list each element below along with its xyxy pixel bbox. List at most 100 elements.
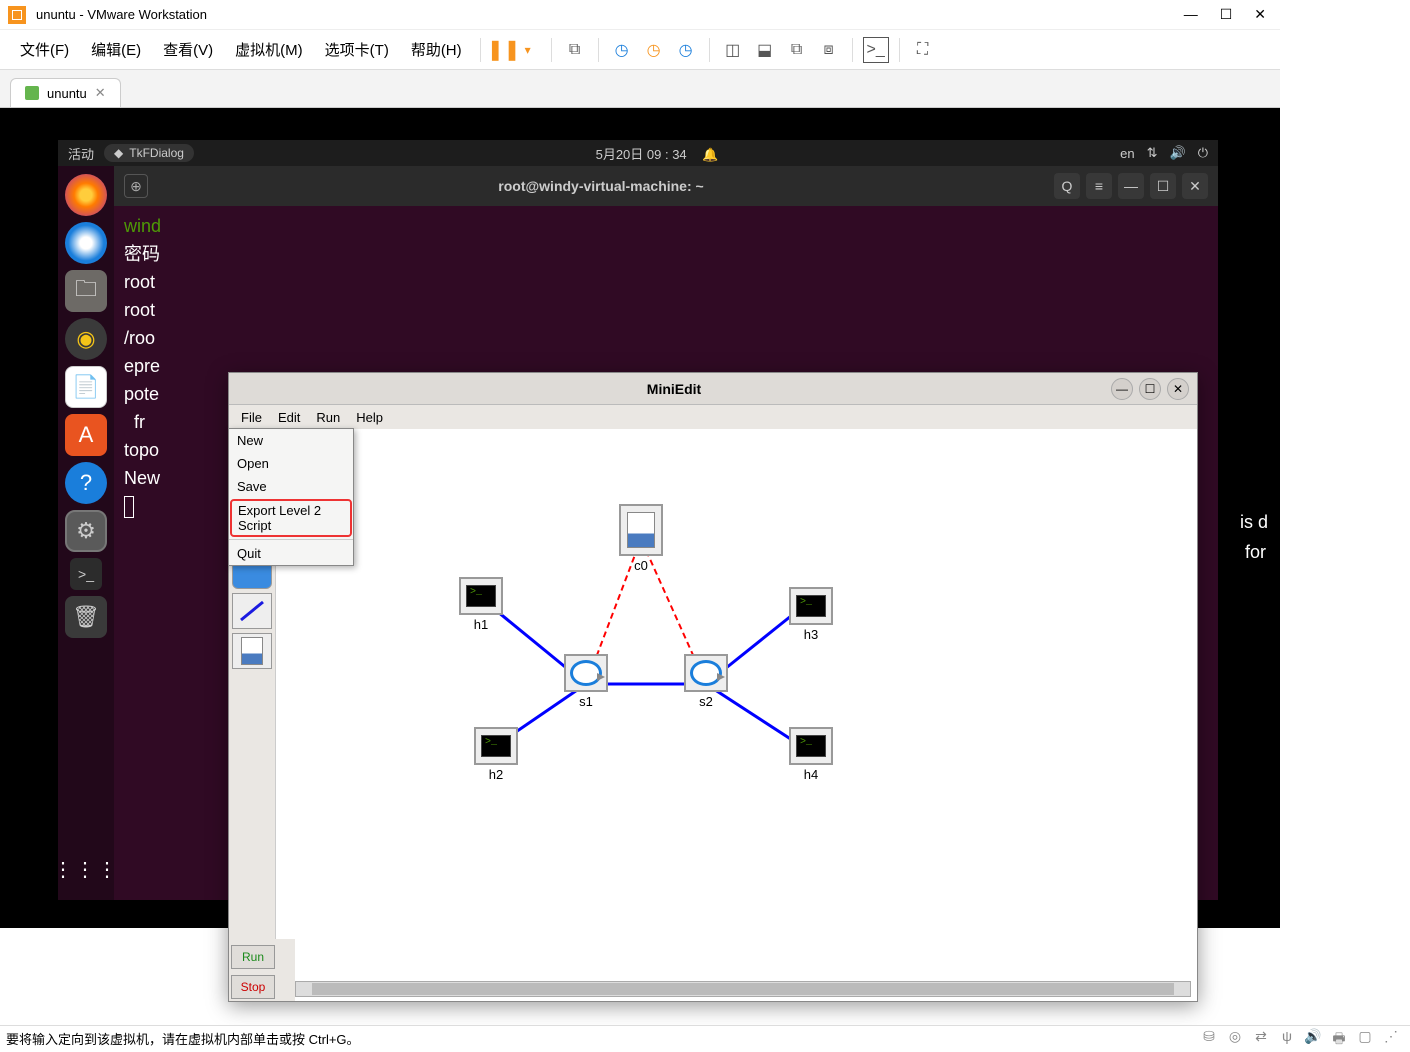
file-menu-open[interactable]: Open xyxy=(229,452,353,475)
dock-rhythmbox-icon[interactable]: ◉ xyxy=(65,318,107,360)
layout1-icon[interactable]: ◫ xyxy=(720,37,746,63)
dock-terminal-icon[interactable]: >_ xyxy=(70,558,102,590)
status-cd-icon[interactable]: ◎ xyxy=(1225,1028,1245,1048)
miniedit-titlebar[interactable]: MiniEdit — ☐ ✕ xyxy=(229,373,1197,405)
file-menu-quit[interactable]: Quit xyxy=(229,542,353,565)
vmware-tab-bar: ununtu ✕ xyxy=(0,70,1280,108)
dock-libreoffice-icon[interactable]: 📄 xyxy=(65,366,107,408)
network-icon[interactable]: ⇅ xyxy=(1147,145,1158,161)
dock-trash-icon[interactable]: 🗑 xyxy=(65,596,107,638)
ubuntu-dock: 🗀 ◉ 📄 A ? ⚙ >_ 🗑 ⋮⋮⋮ xyxy=(58,166,114,900)
volume-icon[interactable]: 🔊 xyxy=(1170,145,1186,161)
menu-file[interactable]: 文件(F) xyxy=(10,35,79,64)
status-disk-icon[interactable]: ⛁ xyxy=(1199,1028,1219,1048)
terminal-titlebar: ⊕ root@windy-virtual-machine: ~ Q ≡ — ☐ … xyxy=(114,166,1218,206)
vmware-logo-icon xyxy=(8,6,26,24)
app-icon: ◆ xyxy=(114,146,123,160)
layout2-icon[interactable]: ⬓ xyxy=(752,37,778,63)
layout3-icon[interactable]: ⧉ xyxy=(784,37,810,63)
menu-tabs[interactable]: 选项卡(T) xyxy=(315,35,399,64)
dock-files-icon[interactable]: 🗀 xyxy=(65,270,107,312)
dock-software-icon[interactable]: A xyxy=(65,414,107,456)
menu-view[interactable]: 查看(V) xyxy=(153,35,223,64)
dock-settings-icon[interactable]: ⚙ xyxy=(65,510,107,552)
status-printer-icon[interactable]: 🖶 xyxy=(1329,1028,1349,1048)
overflow-text: is d for xyxy=(1240,508,1268,568)
node-h3[interactable]: h3 xyxy=(784,587,838,642)
maximize-button[interactable]: ☐ xyxy=(1220,6,1233,23)
vm-running-icon xyxy=(25,86,39,100)
terminal-close-icon[interactable]: ✕ xyxy=(1182,173,1208,199)
miniedit-run-button[interactable]: Run xyxy=(231,945,275,969)
clock3-icon[interactable]: ◷ xyxy=(673,37,699,63)
node-s1[interactable]: s1 xyxy=(559,654,613,709)
node-h2[interactable]: h2 xyxy=(469,727,523,782)
console-icon[interactable]: >_ xyxy=(863,37,889,63)
status-usb-icon[interactable]: ψ xyxy=(1277,1028,1297,1048)
snapshot-icon[interactable]: ⧉ xyxy=(562,37,588,63)
activities-button[interactable]: 活动 xyxy=(68,144,94,163)
miniedit-window: MiniEdit — ☐ ✕ File Edit Run Help ↖ xyxy=(228,372,1198,1002)
minimize-button[interactable]: — xyxy=(1184,6,1198,23)
node-h1[interactable]: h1 xyxy=(454,577,508,632)
miniedit-canvas[interactable]: c0 s1 s2 h1 xyxy=(275,429,1197,1001)
miniedit-menu-help[interactable]: Help xyxy=(348,408,391,427)
status-net-icon[interactable]: ⇄ xyxy=(1251,1028,1271,1048)
play-dropdown-icon[interactable]: ▾ xyxy=(515,37,541,63)
lang-indicator[interactable]: en xyxy=(1120,146,1134,161)
miniedit-menu-file[interactable]: File xyxy=(233,408,270,427)
tool-controller-icon[interactable] xyxy=(232,633,272,669)
miniedit-menu-edit[interactable]: Edit xyxy=(270,408,308,427)
file-menu-save[interactable]: Save xyxy=(229,475,353,498)
clock2-icon[interactable]: ◷ xyxy=(641,37,667,63)
miniedit-minimize-icon[interactable]: — xyxy=(1111,378,1133,400)
clock[interactable]: 5月20日 09 : 34 xyxy=(596,147,687,162)
window-controls: — ☐ ✕ xyxy=(1184,6,1272,23)
miniedit-file-dropdown: New Open Save Export Level 2 Script Quit xyxy=(228,428,354,566)
menu-edit[interactable]: 编辑(E) xyxy=(81,35,151,64)
node-s2[interactable]: s2 xyxy=(679,654,733,709)
dock-firefox-icon[interactable] xyxy=(65,174,107,216)
tab-close-icon[interactable]: ✕ xyxy=(95,85,106,101)
tool-link-icon[interactable] xyxy=(232,593,272,629)
vmware-status-bar: 要将输入定向到该虚拟机，请在虚拟机内部单击或按 Ctrl+G。 ⛁ ◎ ⇄ ψ … xyxy=(0,1025,1410,1050)
layout4-icon[interactable]: ⧈ xyxy=(816,37,842,63)
terminal-new-tab-button[interactable]: ⊕ xyxy=(124,174,148,198)
terminal-minimize-icon[interactable]: — xyxy=(1118,173,1144,199)
ubuntu-desktop: 活动 ◆ TkFDialog 5月20日 09 : 34 🔔 en ⇅ 🔊 ⏻ xyxy=(58,140,1218,900)
terminal-maximize-icon[interactable]: ☐ xyxy=(1150,173,1176,199)
app-indicator[interactable]: ◆ TkFDialog xyxy=(104,144,194,162)
pause-icon[interactable]: ❚❚ xyxy=(491,37,517,63)
file-menu-export-level-2-script[interactable]: Export Level 2 Script xyxy=(230,499,352,537)
status-grip-icon: ⋰ xyxy=(1381,1028,1401,1048)
terminal-search-icon[interactable]: Q xyxy=(1054,173,1080,199)
menu-vm[interactable]: 虚拟机(M) xyxy=(225,35,313,64)
miniedit-title: MiniEdit xyxy=(237,381,1111,397)
status-sound-icon[interactable]: 🔊 xyxy=(1303,1028,1323,1048)
miniedit-scrollbar[interactable] xyxy=(295,981,1191,997)
vmware-titlebar: ununtu - VMware Workstation — ☐ ✕ xyxy=(0,0,1280,30)
close-button[interactable]: ✕ xyxy=(1254,6,1266,23)
status-message: 要将输入定向到该虚拟机，请在虚拟机内部单击或按 Ctrl+G。 xyxy=(6,1029,360,1048)
window-title: ununtu - VMware Workstation xyxy=(36,7,1184,22)
status-display-icon[interactable]: ▢ xyxy=(1355,1028,1375,1048)
file-menu-new[interactable]: New xyxy=(229,429,353,452)
dock-help-icon[interactable]: ? xyxy=(65,462,107,504)
miniedit-menu-run[interactable]: Run xyxy=(308,408,348,427)
node-c0[interactable]: c0 xyxy=(614,504,668,573)
miniedit-maximize-icon[interactable]: ☐ xyxy=(1139,378,1161,400)
menu-help[interactable]: 帮助(H) xyxy=(401,35,472,64)
dock-thunderbird-icon[interactable] xyxy=(65,222,107,264)
topology-links xyxy=(276,429,1197,1001)
miniedit-stop-button[interactable]: Stop xyxy=(231,975,275,999)
node-h4[interactable]: h4 xyxy=(784,727,838,782)
dock-apps-grid-icon[interactable]: ⋮⋮⋮ xyxy=(65,848,107,890)
bell-icon[interactable]: 🔔 xyxy=(702,147,718,162)
tab-ununtu[interactable]: ununtu ✕ xyxy=(10,78,121,107)
power-icon[interactable]: ⏻ xyxy=(1198,145,1208,161)
vm-screen[interactable]: is d for 活动 ◆ TkFDialog 5月20日 09 : 34 🔔 … xyxy=(0,108,1280,928)
clock1-icon[interactable]: ◷ xyxy=(609,37,635,63)
fullscreen-icon[interactable]: ⛶ xyxy=(910,37,936,63)
terminal-menu-icon[interactable]: ≡ xyxy=(1086,173,1112,199)
miniedit-close-icon[interactable]: ✕ xyxy=(1167,378,1189,400)
